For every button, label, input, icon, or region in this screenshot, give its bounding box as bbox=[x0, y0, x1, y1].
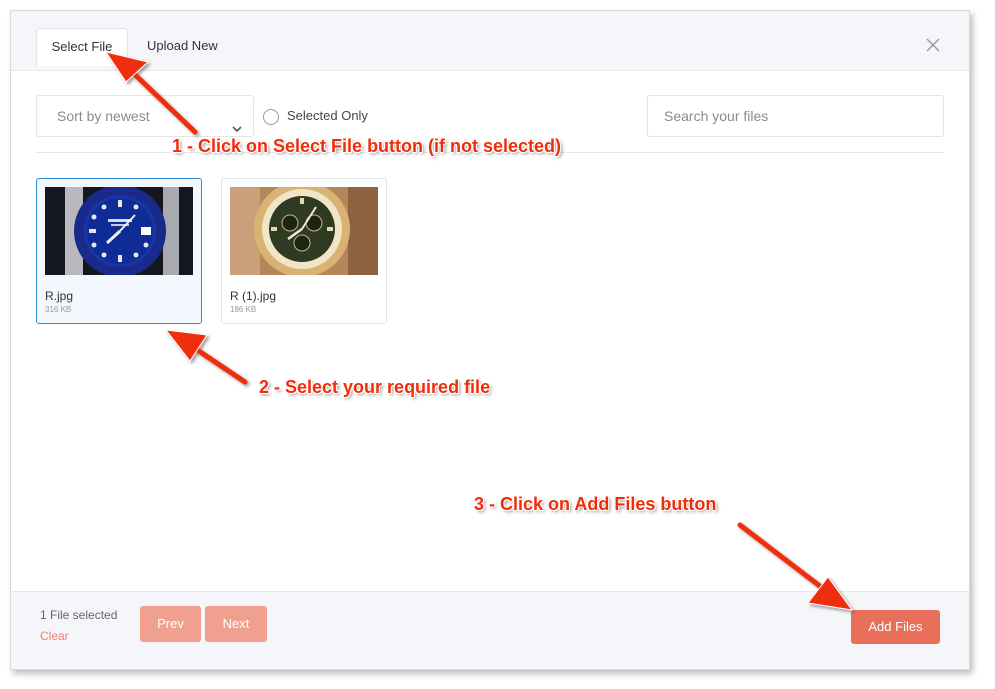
watch-thumbnail-gold bbox=[230, 187, 378, 275]
file-size: 316 KB bbox=[45, 305, 72, 314]
close-icon[interactable] bbox=[925, 37, 941, 53]
modal-header: Select File Upload New bbox=[11, 11, 969, 71]
prev-button[interactable]: Prev bbox=[140, 606, 201, 642]
watch-thumbnail-blue bbox=[45, 187, 193, 275]
selected-only-label: Selected Only bbox=[287, 107, 368, 123]
tab-upload-new[interactable]: Upload New bbox=[131, 28, 234, 66]
annotation-step-3: 3 - Click on Add Files button bbox=[474, 494, 717, 514]
file-size: 186 KB bbox=[230, 305, 257, 314]
search-input[interactable] bbox=[647, 95, 944, 137]
clear-link[interactable]: Clear bbox=[40, 629, 69, 643]
radio-icon[interactable] bbox=[263, 109, 279, 125]
add-files-button[interactable]: Add Files bbox=[851, 610, 940, 644]
file-card-r-1-jpg[interactable]: R (1).jpg 186 KB bbox=[221, 178, 387, 324]
chevron-down-icon bbox=[231, 110, 243, 133]
sort-select[interactable]: Sort by newest bbox=[36, 95, 254, 137]
file-picker-modal: Select File Upload New Sort by newest Se… bbox=[10, 10, 970, 670]
file-name: R (1).jpg bbox=[230, 289, 277, 303]
modal-footer: 1 File selected Clear Prev Next Add File… bbox=[11, 591, 969, 669]
file-name: R.jpg bbox=[45, 289, 74, 303]
sort-select-value: Sort by newest bbox=[57, 108, 150, 124]
tab-select-file[interactable]: Select File bbox=[36, 28, 128, 66]
next-button[interactable]: Next bbox=[205, 606, 267, 642]
annotation-step-2: 2 - Select your required file bbox=[259, 377, 491, 397]
file-card-r-jpg[interactable]: R.jpg 316 KB bbox=[36, 178, 202, 324]
selection-count: 1 File selected bbox=[40, 608, 118, 622]
selected-only-toggle[interactable]: Selected Only bbox=[263, 105, 368, 125]
annotation-step-1: 1 - Click on Select File button (if not … bbox=[172, 136, 562, 156]
